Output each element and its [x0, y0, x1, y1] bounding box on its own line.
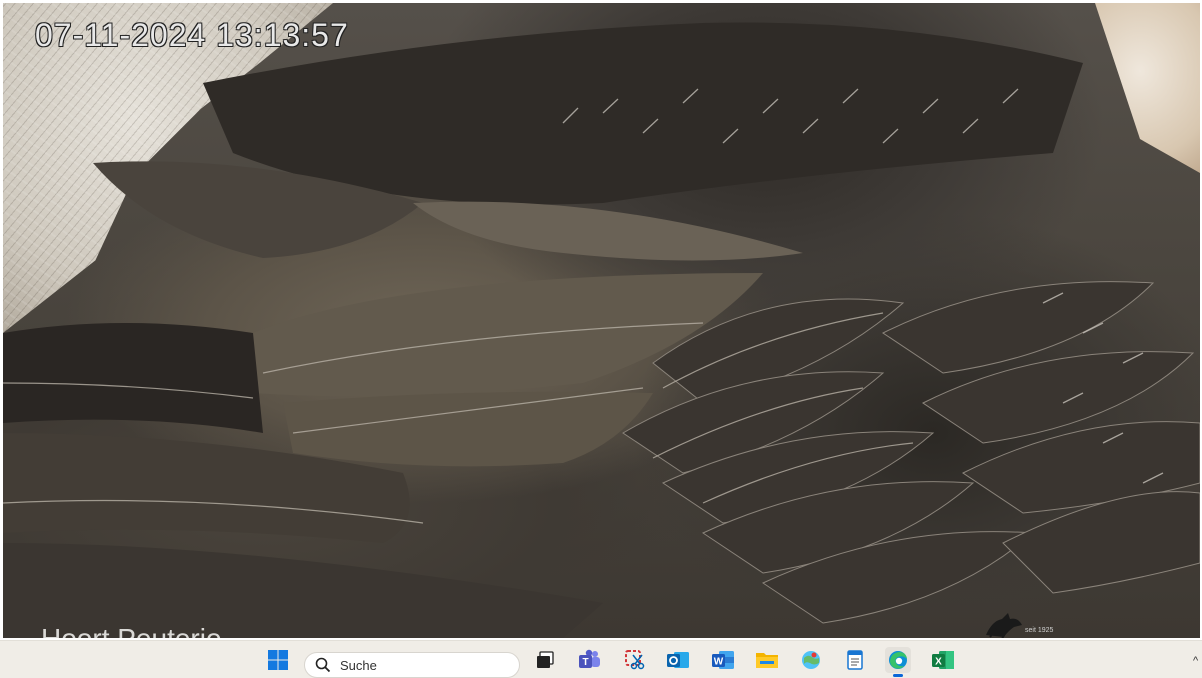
- folder-icon: [756, 653, 778, 668]
- svg-text:X: X: [935, 657, 942, 668]
- teams-button[interactable]: T: [577, 647, 603, 673]
- outlook-button[interactable]: [665, 647, 691, 673]
- teams-icon: T: [579, 649, 600, 668]
- logo-year: seit 1925: [1025, 627, 1054, 634]
- task-view-icon: [537, 651, 554, 668]
- search-placeholder: Suche: [340, 658, 377, 673]
- snipping-tool-button[interactable]: [622, 647, 648, 673]
- broadcaster-logo: [986, 613, 1022, 638]
- windows-logo-icon: [268, 650, 288, 670]
- svg-text:T: T: [582, 657, 588, 668]
- snipping-tool-icon: [625, 650, 645, 670]
- tray-chevron-icon[interactable]: ^: [1193, 655, 1198, 667]
- search-icon: [315, 657, 331, 673]
- webcam-video-frame[interactable]: 07-11-2024 13:13:57 Hoort Peuterio seit …: [3, 3, 1200, 638]
- excel-button[interactable]: X: [930, 647, 956, 673]
- video-timestamp: 07-11-2024 13:13:57: [35, 17, 349, 53]
- task-view-button[interactable]: [532, 647, 558, 673]
- excel-icon: X: [932, 651, 954, 669]
- maps-icon: [802, 651, 820, 669]
- notepad-icon: [847, 650, 863, 670]
- word-button[interactable]: W: [710, 647, 736, 673]
- edge-button[interactable]: [885, 647, 911, 673]
- word-icon: W: [712, 651, 734, 669]
- outlook-icon: [667, 652, 689, 668]
- taskbar-search-box[interactable]: Suche: [304, 652, 520, 678]
- svg-text:W: W: [714, 657, 724, 668]
- file-explorer-button[interactable]: [754, 647, 780, 673]
- maps-button[interactable]: [798, 647, 824, 673]
- edge-icon: [889, 651, 907, 669]
- stream-caption: Hoort Peuterio: [41, 623, 222, 638]
- bird-feathers: [3, 22, 1200, 638]
- start-button[interactable]: [265, 647, 291, 673]
- windows-taskbar: Suche T W X ^: [0, 640, 1202, 678]
- notepad-button[interactable]: [842, 647, 868, 673]
